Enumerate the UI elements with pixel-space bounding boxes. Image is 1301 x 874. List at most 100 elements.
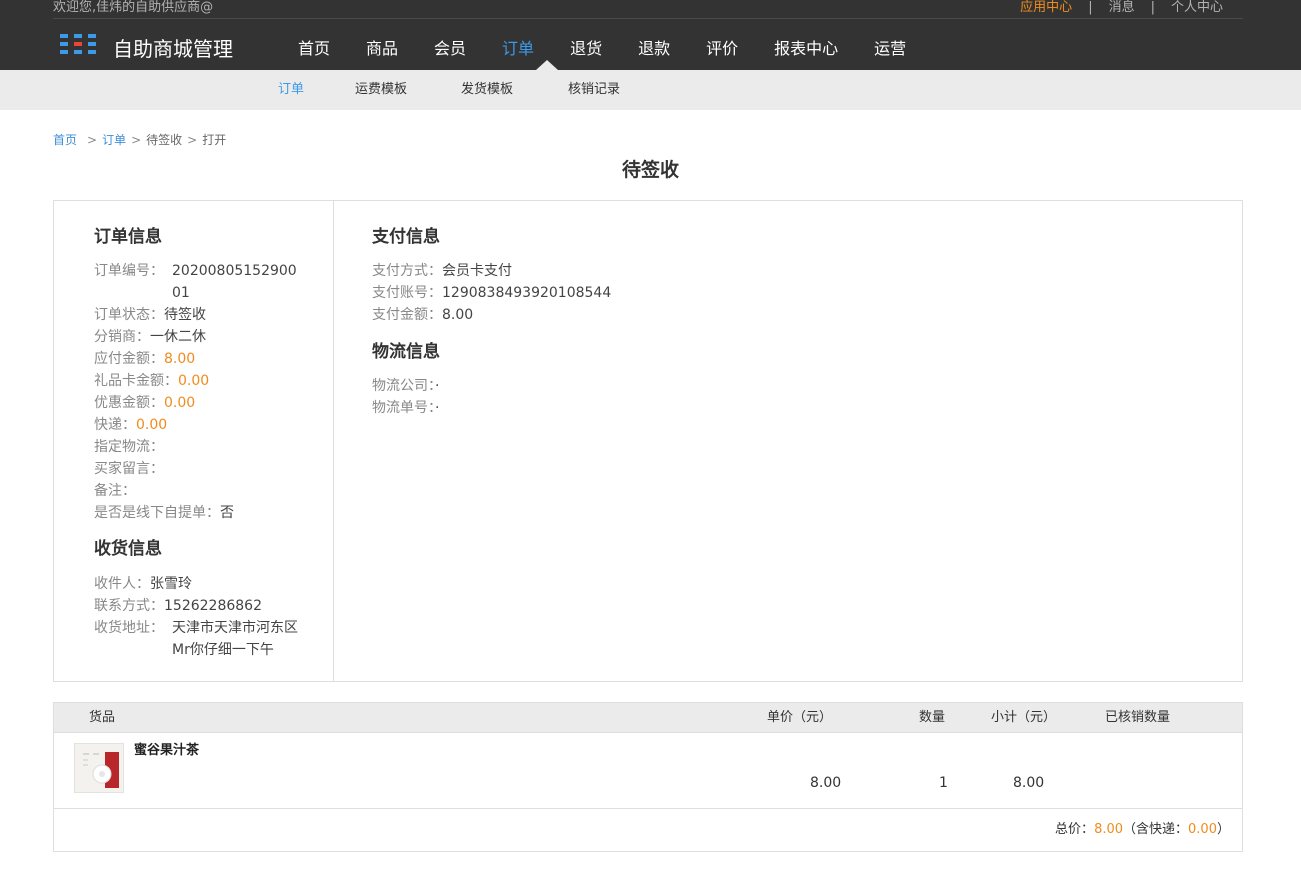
breadcrumb: 首页 > 订单 > 待签收 > 打开 bbox=[53, 132, 226, 148]
payment-method-label: 支付方式： bbox=[372, 263, 442, 279]
offline-pickup-label: 是否是线下自提单： bbox=[94, 505, 220, 521]
product-image-icon bbox=[75, 744, 123, 792]
subnav-item-freight-template[interactable]: 运费模板 bbox=[355, 82, 407, 98]
distributor-value: 一休二休 bbox=[150, 329, 206, 345]
payment-method-value: 会员卡支付 bbox=[442, 263, 512, 279]
logistics-company-label: 物流公司： bbox=[372, 378, 435, 394]
payment-amount-value: 8.00 bbox=[442, 307, 474, 323]
column-header-redeemed: 已核销数量 bbox=[1105, 710, 1171, 725]
goods-table: 货品 单价（元） 数量 小计（元） 已核销数量 蜜谷果汁茶 8.00 1 8.0… bbox=[53, 702, 1243, 852]
logistics-company-value: · bbox=[435, 378, 440, 394]
payment-method-row: 支付方式：会员卡支付 bbox=[372, 260, 512, 282]
remark-label: 备注： bbox=[94, 483, 136, 499]
offline-pickup-row: 是否是线下自提单：否 bbox=[94, 502, 234, 524]
nav-item-home[interactable]: 首页 bbox=[298, 36, 330, 64]
distributor-row: 分销商：一休二休 bbox=[94, 326, 206, 348]
gift-card-row: 礼品卡金额：0.00 bbox=[94, 370, 209, 392]
receiver-name-value: 张雪玲 bbox=[150, 576, 192, 592]
total-label: 总价： bbox=[1055, 822, 1095, 837]
receiver-phone-label: 联系方式： bbox=[94, 598, 164, 614]
breadcrumb-current: 打开 bbox=[202, 133, 227, 147]
tracking-no-value: · bbox=[435, 400, 440, 416]
receiver-phone-row: 联系方式：15262286862 bbox=[94, 595, 262, 617]
page-title: 待签收 bbox=[621, 159, 679, 181]
payable-value: 8.00 bbox=[164, 351, 196, 367]
total-express-value: 0.00 bbox=[1188, 822, 1217, 837]
sub-nav: 订单 运费模板 发货模板 核销记录 bbox=[0, 70, 1301, 110]
logistics-row: 指定物流： bbox=[94, 436, 164, 458]
payment-account-row: 支付账号：1290838493920108544 bbox=[372, 282, 611, 304]
order-no-value: 2020080515290001 bbox=[172, 263, 297, 301]
goods-table-header: 货品 单价（元） 数量 小计（元） 已核销数量 bbox=[54, 703, 1242, 733]
buyer-message-label: 买家留言： bbox=[94, 461, 164, 477]
breadcrumb-sep: > bbox=[87, 133, 98, 147]
order-status-label: 订单状态： bbox=[94, 307, 164, 323]
receiver-info-title: 收货信息 bbox=[94, 539, 162, 559]
discount-value: 0.00 bbox=[164, 395, 196, 411]
main-nav: 首页 商品 会员 订单 退货 退款 评价 报表中心 运营 bbox=[298, 36, 942, 64]
discount-row: 优惠金额：0.00 bbox=[94, 392, 195, 414]
nav-item-reviews[interactable]: 评价 bbox=[706, 36, 738, 64]
offline-pickup-value: 否 bbox=[220, 505, 234, 521]
app-center-link[interactable]: 应用中心 bbox=[1020, 0, 1072, 15]
order-total: 总价：8.00（含快递：0.00） bbox=[1055, 821, 1230, 839]
order-info-title: 订单信息 bbox=[94, 227, 162, 247]
top-links: 应用中心 | 消息 | 个人中心 bbox=[1020, 0, 1223, 16]
breadcrumb-home[interactable]: 首页 bbox=[53, 133, 77, 147]
receiver-name-label: 收件人： bbox=[94, 576, 150, 592]
receiver-phone-value: 15262286862 bbox=[164, 598, 262, 614]
nav-item-reports[interactable]: 报表中心 bbox=[774, 36, 838, 64]
express-note-close: ） bbox=[1216, 822, 1230, 837]
subtotal-value: 8.00 bbox=[1013, 775, 1045, 791]
active-nav-caret-icon bbox=[536, 60, 558, 70]
breadcrumb-sep: > bbox=[187, 133, 198, 147]
column-header-goods: 货品 bbox=[89, 710, 116, 725]
messages-link[interactable]: 消息 bbox=[1109, 0, 1135, 15]
express-row: 快递：0.00 bbox=[94, 414, 167, 436]
brand-logo-icon[interactable] bbox=[59, 33, 99, 55]
nav-item-members[interactable]: 会员 bbox=[434, 36, 466, 64]
receiver-address-row: 收货地址： bbox=[94, 617, 164, 639]
payment-account-label: 支付账号： bbox=[372, 285, 442, 301]
logistics-info-title: 物流信息 bbox=[372, 342, 440, 362]
nav-item-returns[interactable]: 退货 bbox=[570, 36, 602, 64]
express-note-open: （含快递： bbox=[1123, 822, 1189, 837]
product-thumbnail[interactable] bbox=[74, 743, 124, 793]
separator: | bbox=[1150, 0, 1155, 15]
logistics-company-row: 物流公司：· bbox=[372, 375, 439, 397]
tracking-no-label: 物流单号： bbox=[372, 400, 435, 416]
personal-center-link[interactable]: 个人中心 bbox=[1171, 0, 1223, 15]
nav-item-refunds[interactable]: 退款 bbox=[638, 36, 670, 64]
order-info-column: 订单信息 订单编号： 2020080515290001 订单状态：待签收 分销商… bbox=[54, 201, 334, 681]
separator: | bbox=[1088, 0, 1093, 15]
subnav-item-redeem-records[interactable]: 核销记录 bbox=[568, 82, 620, 98]
logistics-label: 指定物流： bbox=[94, 439, 164, 455]
top-bar: 欢迎您,佳炜的自助供应商@ 应用中心 | 消息 | 个人中心 bbox=[53, 0, 1243, 19]
nav-item-operations[interactable]: 运营 bbox=[874, 36, 906, 64]
payable-label: 应付金额： bbox=[94, 351, 164, 367]
payable-row: 应付金额：8.00 bbox=[94, 348, 195, 370]
nav-item-orders[interactable]: 订单 bbox=[502, 36, 534, 64]
nav-item-products[interactable]: 商品 bbox=[366, 36, 398, 64]
subnav-item-shipping-template[interactable]: 发货模板 bbox=[461, 82, 513, 98]
subnav-item-orders[interactable]: 订单 bbox=[278, 82, 304, 98]
column-header-unit-price: 单价（元） bbox=[767, 710, 833, 725]
breadcrumb-sep: > bbox=[131, 133, 142, 147]
order-no-label: 订单编号： bbox=[94, 263, 164, 279]
receiver-name-row: 收件人：张雪玲 bbox=[94, 573, 192, 595]
receiver-address-value: 天津市天津市河东区Mr你仔细一下午 bbox=[172, 620, 298, 658]
discount-label: 优惠金额： bbox=[94, 395, 164, 411]
product-name[interactable]: 蜜谷果汁茶 bbox=[134, 742, 199, 760]
quantity-value: 1 bbox=[939, 775, 948, 791]
gift-card-value: 0.00 bbox=[178, 373, 210, 389]
breadcrumb-order[interactable]: 订单 bbox=[102, 133, 126, 147]
welcome-text: 欢迎您,佳炜的自助供应商@ bbox=[53, 0, 214, 15]
tracking-no-row: 物流单号：· bbox=[372, 397, 439, 419]
brand-title[interactable]: 自助商城管理 bbox=[113, 36, 233, 62]
payment-amount-label: 支付金额： bbox=[372, 307, 442, 323]
express-value: 0.00 bbox=[136, 417, 168, 433]
order-status-row: 订单状态：待签收 bbox=[94, 304, 206, 326]
remark-row: 备注： bbox=[94, 480, 136, 502]
breadcrumb-status: 待签收 bbox=[146, 133, 183, 147]
buyer-message-row: 买家留言： bbox=[94, 458, 164, 480]
